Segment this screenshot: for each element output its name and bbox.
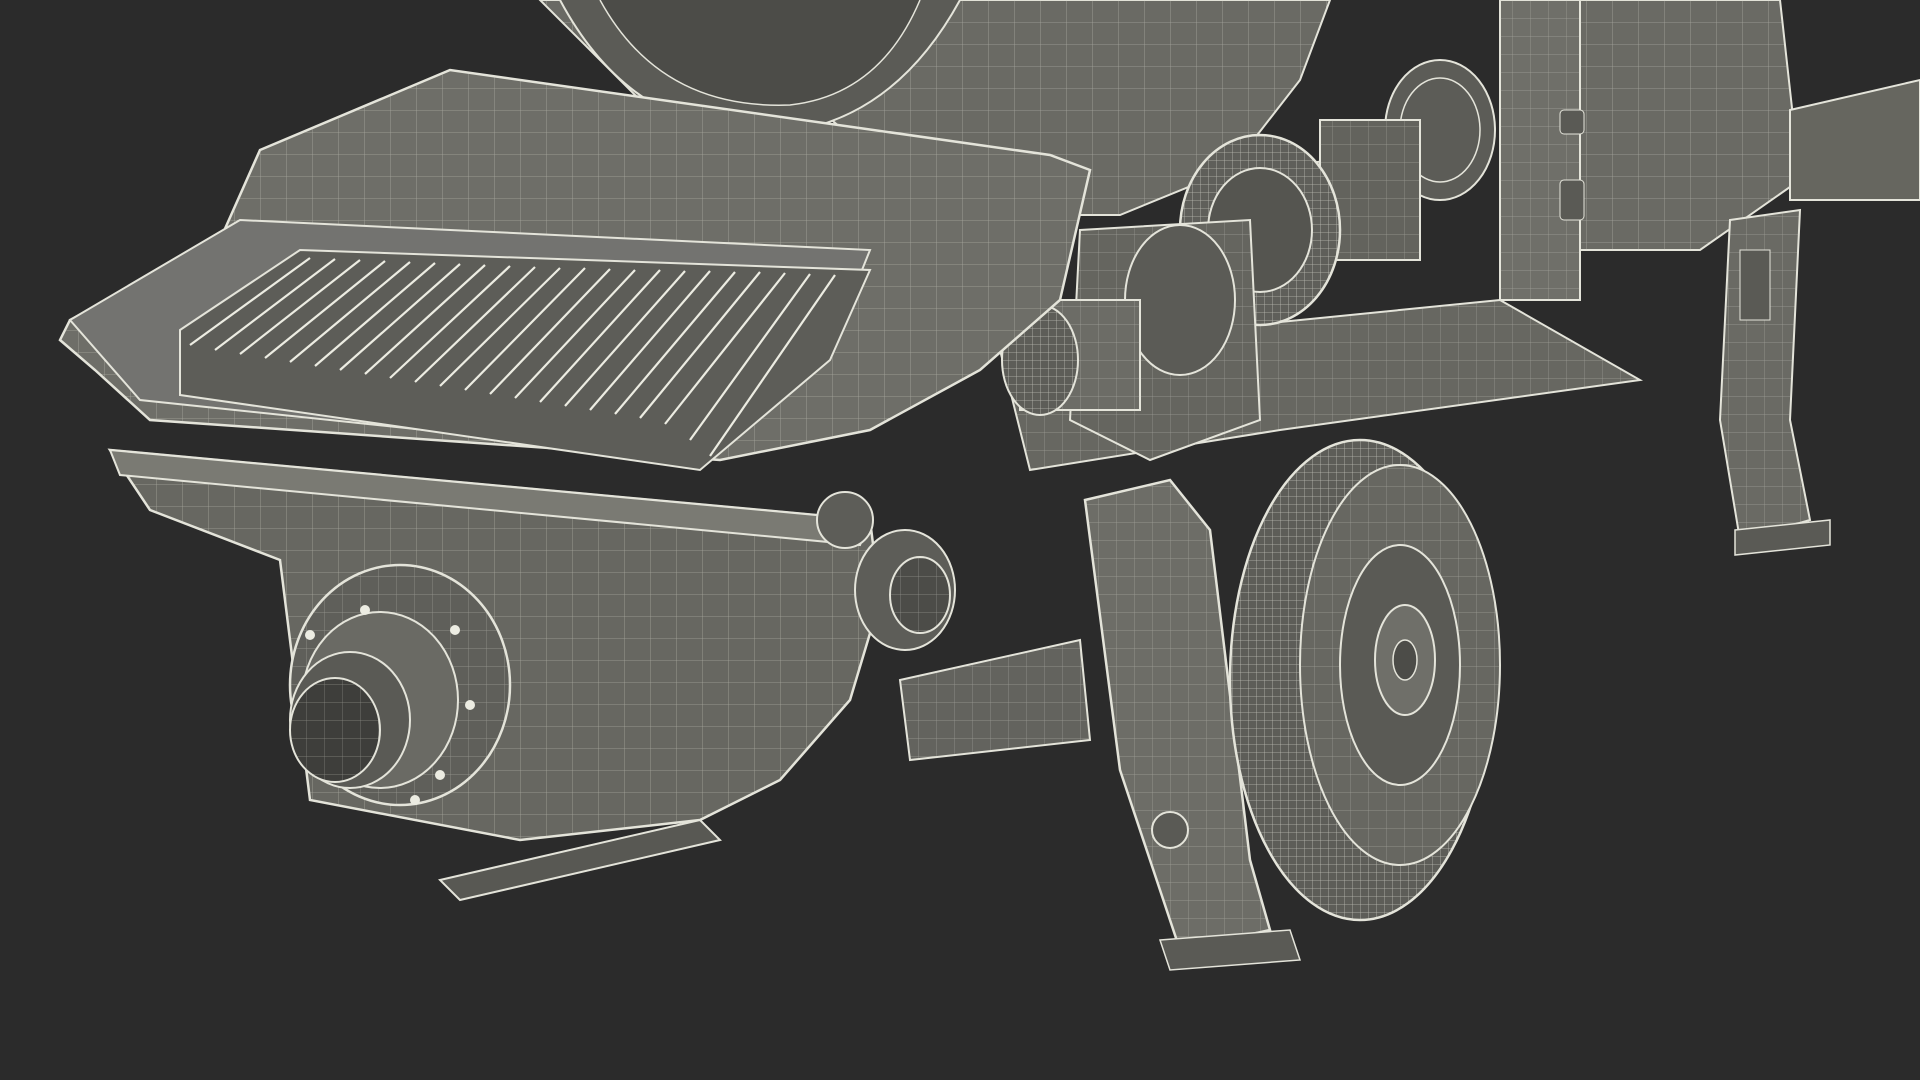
mixer-frame [1499, 0, 1920, 301]
outlet-flange [288, 563, 512, 807]
wheel [1228, 438, 1501, 922]
rear-support-leg [1718, 208, 1831, 556]
wireframe-render [58, 0, 1920, 971]
render-viewport [0, 0, 1920, 1080]
